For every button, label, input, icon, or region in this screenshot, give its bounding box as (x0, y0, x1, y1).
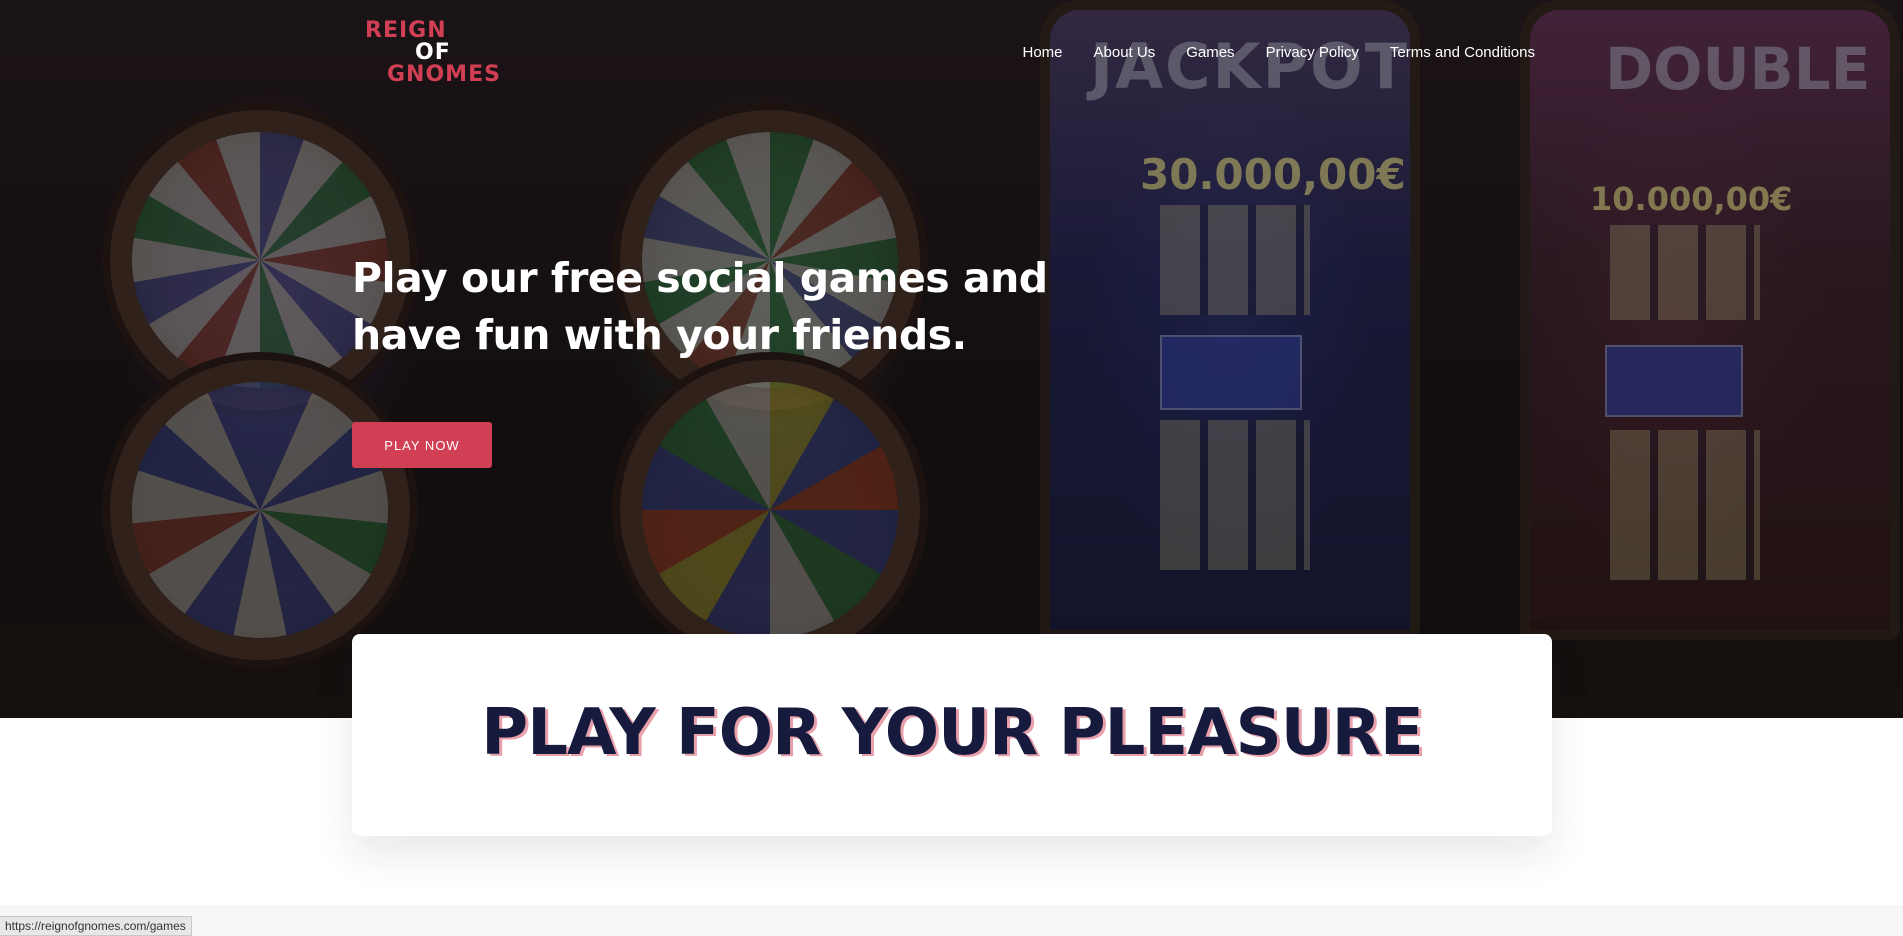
status-bar-url: https://reignofgnomes.com/games (0, 916, 192, 936)
nav-item-home[interactable]: Home (1022, 44, 1062, 61)
page-section-background (0, 905, 1903, 936)
nav-item-games[interactable]: Games (1186, 44, 1234, 61)
nav-item-terms-and-conditions[interactable]: Terms and Conditions (1390, 44, 1535, 61)
nav-item-privacy-policy[interactable]: Privacy Policy (1266, 44, 1359, 61)
nav-item-about-us[interactable]: About Us (1094, 44, 1156, 61)
logo-line-3: GNOMES (387, 62, 501, 87)
hero-headline: Play our free social games and have fun … (352, 250, 1052, 364)
pleasure-card: PLAY FOR YOUR PLEASURE (352, 634, 1552, 836)
site-logo[interactable]: REIGN OF GNOMES (365, 18, 500, 86)
logo-line-2: OF (415, 40, 451, 65)
hero-headline-line-2: have fun with your friends. (352, 311, 967, 359)
logo-line-1: REIGN (365, 18, 447, 43)
main-nav: Home About Us Games Privacy Policy Terms… (1022, 44, 1535, 61)
hero-headline-line-1: Play our free social games and (352, 254, 1048, 302)
section-title: PLAY FOR YOUR PLEASURE (481, 696, 1423, 770)
play-now-button[interactable]: PLAY NOW (352, 422, 492, 468)
